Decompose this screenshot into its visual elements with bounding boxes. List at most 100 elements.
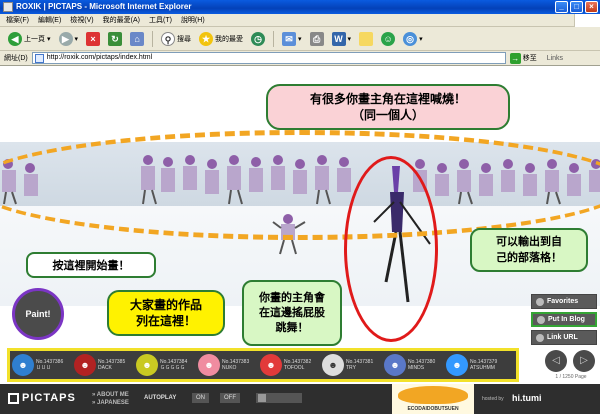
close-button[interactable]: × [585,1,598,13]
gallery-item[interactable]: ☻ No.1437385 DACK [74,352,136,378]
history-icon: ◷ [251,31,266,46]
back-label: 上一頁 [24,35,45,43]
folder-icon [359,31,374,46]
window-title-bar: ROXIK | PICTAPS - Microsoft Internet Exp… [0,0,600,14]
url-input[interactable]: http://roxik.com/pictaps/index.html [31,52,506,64]
dance-annotation-line3: 跳舞！ [275,321,309,334]
favorites-button[interactable]: ★ 我的最愛 [197,30,245,48]
discuss-button[interactable] [357,30,375,48]
chevron-down-icon: ▾ [47,35,51,43]
minimize-button[interactable]: _ [555,1,568,13]
edit-button[interactable]: W ▾ [330,30,354,48]
japanese-link[interactable]: » JAPANESE [92,399,129,407]
gallery-strip: ☻ No.1437386 ＵＵＵ ☻ No.1437385 DACK ☻ No.14… [7,348,519,382]
pictaps-logo-icon [8,392,19,404]
gallery-item[interactable]: ☻ No.1437380 MINDS [384,352,446,378]
menu-help[interactable]: 說明(H) [181,15,205,25]
mail-button[interactable]: ✉ ▾ [280,30,304,48]
search-button[interactable]: ⚲ 搜尋 [159,30,193,48]
history-button[interactable]: ◷ [249,30,267,48]
autoplay-off-toggle[interactable]: OFF [220,393,240,403]
gallery-annotation-line1: 大家畫的作品 [129,298,202,312]
menu-view[interactable]: 檢視(V) [70,15,93,25]
paint-hint-bubble: 按這裡開始畫！ [26,252,156,278]
main-character-highlight [344,156,438,342]
blog-annotation-line2: 己的部落格！ [496,252,562,264]
back-button[interactable]: ◀ 上一頁 ▾ [6,30,53,48]
volume-knob[interactable] [258,394,266,402]
home-button[interactable]: ⌂ [128,30,146,48]
toolbar-divider [273,30,275,47]
dance-annotation-bubble: 你畫的主角會 在這邊搖屁股 跳舞！ [242,280,342,346]
autoplay-on-label: ON [196,395,205,401]
volume-slider[interactable] [256,393,302,403]
chevron-left-icon: ◁ [552,355,560,366]
gallery-item-name: MINDS [408,365,425,371]
chevron-down-icon: ▾ [347,35,352,43]
gallery-item-name: NUKO [222,365,237,371]
put-in-blog-button[interactable]: Put In Blog [531,312,597,327]
gallery-avatar: ☻ [136,354,158,376]
gallery-item[interactable]: ☻ No.1437381 TRY [322,352,384,378]
gallery-item[interactable]: ☻ No.1437383 NUKO [198,352,260,378]
crowd-annotation-line1: 有很多你畫主角在這裡喊燒！ [309,92,466,106]
gallery-item-name: ＵＵＵ [36,365,52,371]
refresh-button[interactable]: ↻ [106,30,124,48]
crowd-highlight-rope [0,130,600,240]
chevron-down-icon: ▾ [419,35,423,43]
gallery-item[interactable]: ☻ No.1437386 ＵＵＵ [12,352,74,378]
network-icon: ◎ [403,31,418,46]
paint-button[interactable]: Paint! [12,288,64,340]
chevron-down-icon: ▾ [74,35,79,43]
links-button[interactable]: Links [547,55,563,62]
eco-banner-text: ECODAIDOBUTSUEN [407,406,459,412]
paint-hint-text: 按這裡開始畫！ [52,260,130,272]
autoplay-off-label: OFF [224,395,236,401]
gallery-item-name: ＧＧＧＧＧ [160,365,186,371]
go-arrow-icon: → [509,52,521,64]
star-icon: ★ [199,31,214,46]
dance-annotation-line1: 你畫的主角會 [259,291,325,304]
page-content: 有很多你畫主角在這裡喊燒！ （同一個人） 按這裡開始畫！ 大家畫的作品 列在這裡… [0,66,600,414]
favorites-side-label: Favorites [547,298,579,305]
gallery-item[interactable]: ☻ No.1437379 ATSUHMM [446,352,508,378]
toolbar-divider [152,30,154,47]
link-url-button[interactable]: Link URL [531,330,597,345]
messenger-button[interactable]: ☺ [379,30,397,48]
prev-page-button[interactable]: ◁ [545,350,567,372]
gallery-item[interactable]: ☻ No.1437382 TOFOOL [260,352,322,378]
gallery-item-name: TOFOOL [284,365,305,371]
go-button[interactable]: → 移至 [509,52,537,64]
forward-arrow-icon: ▶ [58,31,73,46]
eco-banner[interactable]: ECODAIDOBUTSUEN [392,384,474,414]
pictaps-logo[interactable]: PICTAPS [8,392,76,404]
blog-annotation-line1: 可以輸出到自 [496,236,562,248]
gallery-item-name: DACK [98,365,112,371]
menu-tools[interactable]: 工具(T) [149,15,172,25]
favorites-label: 我的最愛 [215,35,244,43]
search-label: 搜尋 [177,35,192,43]
extra-button[interactable]: ◎ ▾ [401,30,425,48]
host-logo[interactable]: hi.tumi [512,393,542,403]
stop-button[interactable]: × [84,30,102,48]
link-icon [536,333,544,342]
maximize-button[interactable]: □ [570,1,583,13]
menu-favorites[interactable]: 我的最愛(A) [103,15,140,25]
print-button[interactable]: ⎙ [308,30,326,48]
ie-app-icon [3,2,13,12]
menu-edit[interactable]: 編輯(E) [38,15,61,25]
favorites-side-button[interactable]: Favorites [531,294,597,309]
gallery-avatar: ☻ [446,354,468,376]
autoplay-on-toggle[interactable]: ON [192,393,209,403]
menu-file[interactable]: 檔案(F) [6,15,29,25]
edit-icon: W [331,31,346,46]
address-bar: 網址(D) http://roxik.com/pictaps/index.htm… [0,51,600,66]
blog-annotation-bubble: 可以輸出到自 己的部落格！ [470,228,588,272]
print-icon: ⎙ [309,31,324,46]
chevron-down-icon: ▾ [298,35,302,43]
url-text: http://roxik.com/pictaps/index.html [46,54,153,61]
next-page-button[interactable]: ▷ [573,350,595,372]
about-me-link[interactable]: » ABOUT ME [92,391,129,399]
gallery-item[interactable]: ☻ No.1437384 ＧＧＧＧＧ [136,352,198,378]
forward-button[interactable]: ▶ ▾ [57,30,81,48]
